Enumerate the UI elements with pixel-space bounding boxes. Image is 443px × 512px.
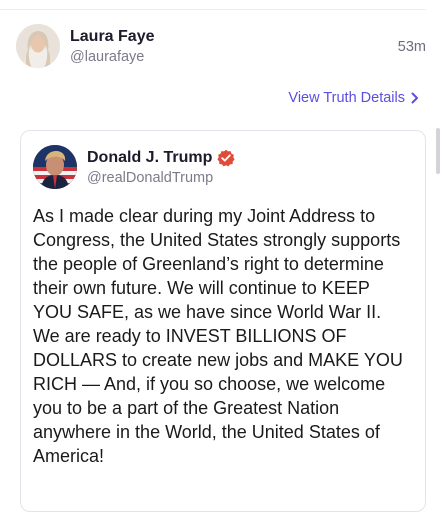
- author-handle[interactable]: @laurafaye: [70, 49, 144, 65]
- scrollbar-thumb[interactable]: [436, 128, 440, 174]
- view-truth-details-label: View Truth Details: [288, 90, 405, 106]
- quoted-author-avatar[interactable]: [33, 145, 77, 189]
- author-name[interactable]: Laura Faye: [70, 28, 154, 46]
- top-divider: [0, 9, 426, 10]
- quoted-post-card[interactable]: Donald J. Trump @realDonaldTrump As I ma…: [20, 130, 426, 512]
- verified-badge-icon: [217, 149, 235, 167]
- quoted-author-handle[interactable]: @realDonaldTrump: [87, 170, 213, 186]
- quoted-post-body: As I made clear during my Joint Address …: [33, 206, 403, 466]
- quoted-author-name-text: Donald J. Trump: [87, 149, 213, 166]
- post-header: Laura Faye @laurafaye 53m: [16, 24, 426, 70]
- quoted-avatar-icon: [33, 145, 77, 189]
- quoted-author-name[interactable]: Donald J. Trump: [87, 149, 235, 167]
- user-avatar-icon: [16, 24, 60, 68]
- chevron-right-icon: [411, 92, 418, 104]
- post-timestamp: 53m: [397, 39, 426, 55]
- view-truth-details-link[interactable]: View Truth Details: [288, 90, 419, 106]
- author-avatar[interactable]: [16, 24, 60, 68]
